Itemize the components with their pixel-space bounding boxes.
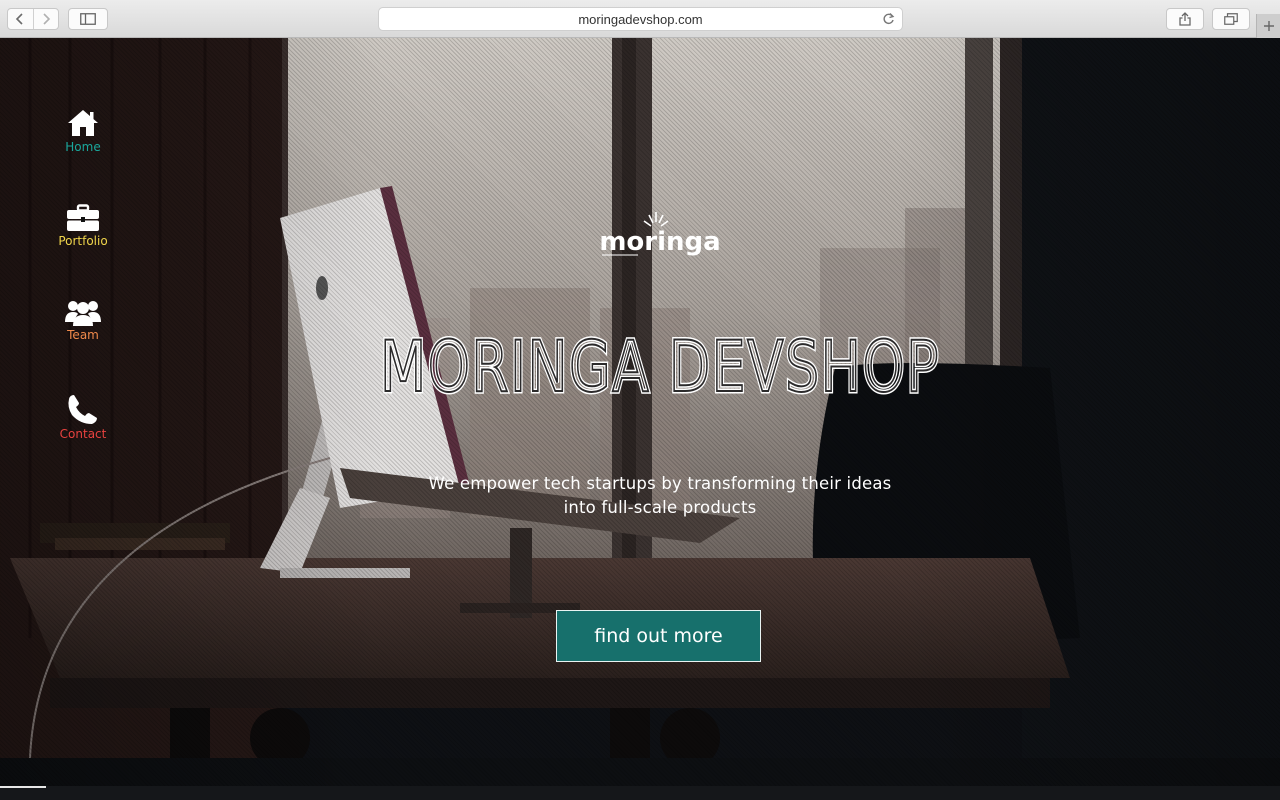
tagline-line-2: into full-scale products	[563, 498, 757, 517]
nav-item-contact[interactable]: Contact	[48, 393, 118, 441]
sidebar-button[interactable]	[68, 8, 108, 30]
tagline-line-1: We empower tech startups by transforming…	[428, 474, 892, 493]
nav-label-portfolio: Portfolio	[58, 234, 108, 248]
share-icon	[1179, 12, 1191, 26]
browser-toolbar: moringadevshop.com	[0, 0, 1280, 38]
chevron-right-icon	[43, 13, 51, 25]
vignette-overlay	[0, 38, 1280, 800]
nav-label-contact: Contact	[59, 427, 107, 441]
phone-icon	[68, 395, 97, 424]
tabs-button[interactable]	[1212, 8, 1250, 30]
tabs-icon	[1224, 13, 1238, 25]
nav-item-portfolio[interactable]: Portfolio	[48, 204, 118, 248]
history-nav	[7, 8, 59, 30]
back-button[interactable]	[8, 9, 33, 29]
hero-tagline: We empower tech startups by transforming…	[360, 472, 960, 520]
address-bar[interactable]: moringadevshop.com	[378, 7, 903, 31]
scroll-indicator	[0, 786, 46, 788]
reload-icon[interactable]	[882, 12, 895, 26]
bottom-bar	[0, 786, 1280, 800]
nav-label-home: Home	[65, 140, 101, 154]
logo-wordmark: moringa	[599, 227, 720, 257]
url-text: moringadevshop.com	[578, 11, 703, 27]
sidebar-icon	[80, 13, 96, 25]
briefcase-icon	[67, 204, 99, 231]
hero-section: Home Portfolio Team Contact moringa MORI…	[0, 38, 1280, 800]
hero-title: MORINGA DEVSHOP MORINGA DEVSHOP	[378, 324, 941, 397]
hero-title-inner: MORINGA DEVSHOP	[380, 326, 940, 396]
home-icon	[68, 110, 98, 136]
nav-item-team[interactable]: Team	[48, 298, 118, 342]
nav-item-home[interactable]: Home	[48, 108, 118, 154]
new-tab-button[interactable]	[1256, 14, 1280, 38]
nav-label-team: Team	[67, 328, 99, 342]
share-button[interactable]	[1166, 8, 1204, 30]
plus-icon	[1263, 21, 1274, 31]
moringa-logo: moringa	[599, 212, 721, 257]
chevron-left-icon	[16, 13, 24, 25]
find-out-more-button[interactable]: find out more	[556, 610, 761, 662]
users-icon	[65, 301, 101, 326]
forward-button[interactable]	[32, 9, 58, 29]
